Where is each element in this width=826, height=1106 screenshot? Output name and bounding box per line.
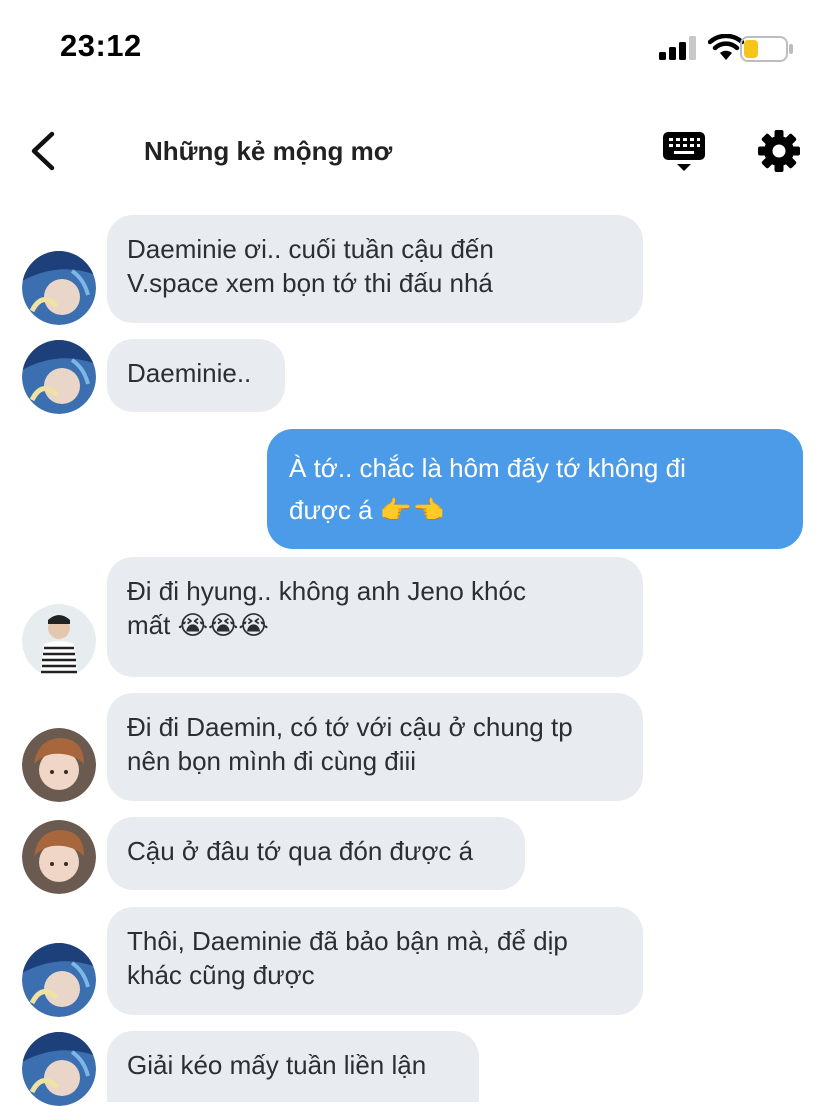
striped-shirt-avatar[interactable]: [22, 604, 96, 678]
settings-button[interactable]: [756, 128, 802, 174]
battery-low-icon: [740, 36, 793, 62]
keyboard-icon: [663, 132, 705, 171]
chat-title: Những kẻ mộng mơ: [144, 136, 393, 166]
wifi-icon: [708, 34, 744, 60]
gear-icon: [758, 130, 800, 172]
brown-hair-avatar[interactable]: [22, 820, 96, 894]
signal-bars-icon: [659, 36, 696, 60]
blue-cap-avatar[interactable]: [22, 943, 96, 1017]
blue-cap-avatar[interactable]: [22, 340, 96, 414]
message-bubble[interactable]: Đi đi Daemin, có tớ với cậu ở chung tp n…: [107, 693, 643, 801]
back-button[interactable]: [24, 130, 64, 172]
blue-cap-avatar[interactable]: [22, 251, 96, 325]
message-bubble[interactable]: Cậu ở đâu tớ qua đón được á: [107, 817, 525, 890]
message-bubble[interactable]: Daeminie..: [107, 339, 285, 412]
message-bubble[interactable]: Thôi, Daeminie đã bảo bận mà, để dịp khá…: [107, 907, 643, 1015]
blue-cap-avatar[interactable]: [22, 1032, 96, 1106]
message-bubble[interactable]: Đi đi hyung.. không anh Jeno khóc mất 😭😭…: [107, 557, 643, 677]
chat-header: Những kẻ mộng mơ: [0, 110, 826, 194]
chevron-left-icon: [31, 131, 55, 171]
brown-hair-avatar[interactable]: [22, 728, 96, 802]
keyboard-button[interactable]: [660, 130, 708, 174]
status-bar: 23:12: [0, 0, 826, 96]
status-time: 23:12: [60, 28, 142, 63]
message-bubble[interactable]: Giải kéo mấy tuần liền lận: [107, 1031, 479, 1102]
message-bubble-outgoing[interactable]: À tớ.. chắc là hôm đấy tớ không đi được …: [267, 429, 803, 549]
message-bubble[interactable]: Daeminie ơi.. cuối tuần cậu đến V.space …: [107, 215, 643, 323]
